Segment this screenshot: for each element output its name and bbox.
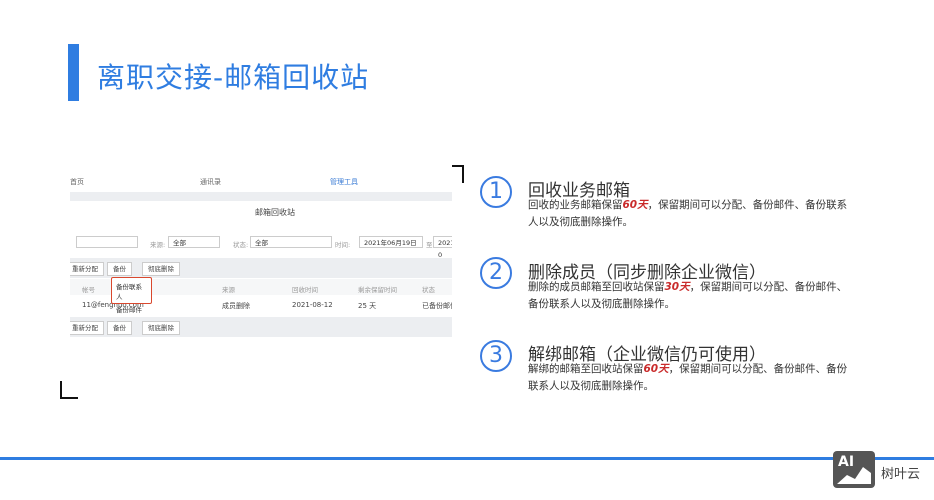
col-remaining: 剩余保留时间 (358, 286, 397, 294)
divider-band (70, 192, 452, 201)
backup-button-bottom[interactable]: 备份 (107, 321, 132, 335)
logo-icon: AI (833, 451, 875, 488)
item-desc: 删除的成员邮箱至回收站保留30天，保留期间可以分配、备份邮件、备份联系人以及彻底… (528, 279, 848, 313)
backup-contacts-option[interactable]: 备份联系人 (112, 278, 151, 301)
col-time: 回收时间 (292, 286, 318, 294)
row-status: 已备份邮件 (422, 302, 452, 310)
col-status: 状态 (422, 286, 435, 294)
search-input[interactable] (76, 236, 138, 248)
reassign-button[interactable]: 重新分配 (70, 262, 104, 276)
time-label: 时间: (335, 241, 351, 249)
tab-admin-tools[interactable]: 管理工具 (330, 177, 358, 193)
corner-bracket-bottom-left (60, 381, 78, 399)
to-label: 至 (426, 241, 433, 249)
row-source: 成员删除 (222, 302, 250, 310)
row-remaining: 25 天 (358, 302, 377, 310)
days-highlight: 30天 (664, 281, 690, 293)
time-to[interactable]: 2021年0 (433, 236, 452, 259)
days-highlight: 60天 (643, 363, 669, 375)
page-title: 离职交接-邮箱回收站 (97, 61, 370, 94)
backup-mail-option[interactable]: 备份邮件 (112, 301, 151, 314)
recycle-title: 邮箱回收站 (255, 208, 295, 217)
number-1-icon: 1 (480, 176, 512, 208)
desc-text: 解绑的邮箱至回收站保留 (528, 363, 644, 375)
col-account: 帐号 (82, 286, 95, 294)
status-select[interactable]: 全部 (250, 236, 332, 248)
brand-name: 树叶云 (881, 467, 921, 482)
backup-button[interactable]: 备份 (107, 262, 132, 276)
reassign-button-bottom[interactable]: 重新分配 (70, 321, 104, 335)
row-time: 2021-08-12 (292, 301, 333, 309)
tab-contacts[interactable]: 通讯录 (200, 177, 221, 187)
item-desc: 回收的业务邮箱保留60天，保留期间可以分配、备份邮件、备份联系人以及彻底删除操作… (528, 197, 848, 231)
delete-button-bottom[interactable]: 彻底删除 (142, 321, 180, 335)
tab-home[interactable]: 首页 (70, 177, 84, 187)
number-3-icon: 3 (480, 340, 512, 372)
source-select[interactable]: 全部 (168, 236, 220, 248)
desc-text: 删除的成员邮箱至回收站保留 (528, 281, 665, 293)
time-from[interactable]: 2021年06月19日 (359, 236, 423, 248)
delete-button[interactable]: 彻底删除 (142, 262, 180, 276)
backup-dropdown: 备份联系人 备份邮件 (111, 277, 152, 314)
desc-text: 回收的业务邮箱保留 (528, 199, 623, 211)
footer-line (0, 457, 934, 460)
source-label: 来源: (150, 241, 166, 249)
status-label: 状态: (233, 241, 249, 249)
days-highlight: 60天 (622, 199, 648, 211)
title-accent-bar (68, 44, 79, 101)
number-2-icon: 2 (480, 257, 512, 289)
item-desc: 解绑的邮箱至回收站保留60天，保留期间可以分配、备份邮件、备份联系人以及彻底删除… (528, 361, 848, 395)
mailbox-recycle-screenshot: 首页 通讯录 管理工具 邮箱回收站 来源: 全部 状态: 全部 时间: 2021… (70, 165, 452, 337)
col-source: 来源 (222, 286, 235, 294)
